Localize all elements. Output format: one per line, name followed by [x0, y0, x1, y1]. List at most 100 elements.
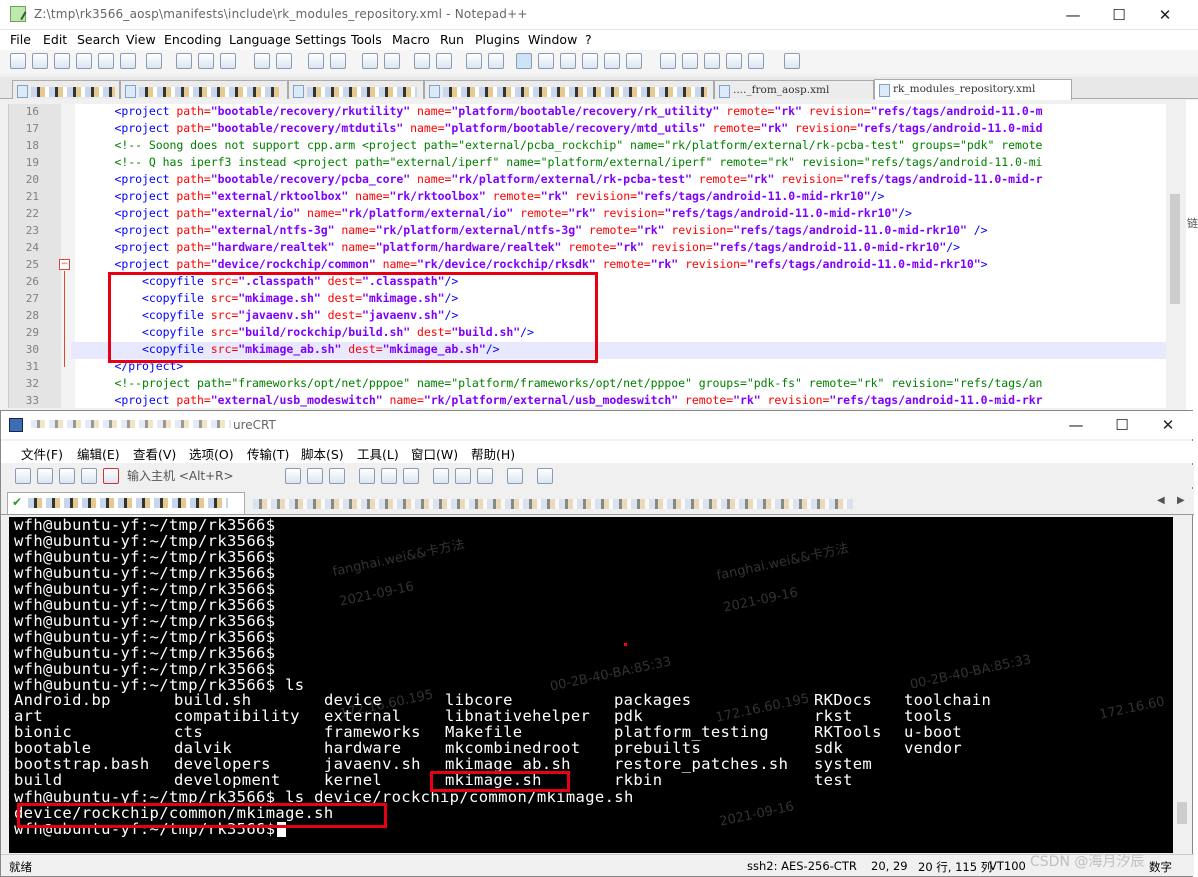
menu-window[interactable]: Window	[528, 32, 577, 47]
tab-from-aosp[interactable]: ...._from_aosp.xml	[714, 80, 874, 99]
cut-icon[interactable]	[176, 53, 192, 69]
npp-scroll-thumb[interactable]	[1170, 194, 1180, 304]
terminal-vertical-scrollbar[interactable]	[1173, 517, 1191, 853]
show-all-chars-icon[interactable]	[488, 53, 504, 69]
tab-scroll-left-icon[interactable]: ◀	[1157, 495, 1165, 506]
copy-icon[interactable]	[285, 468, 301, 484]
menu-edit[interactable]: Edit	[43, 32, 67, 47]
npp-close-button[interactable]: ✕	[1142, 0, 1188, 30]
menu-settings[interactable]: Settings	[295, 32, 346, 47]
tab-file-1[interactable]	[12, 80, 120, 99]
play-macro-icon[interactable]	[704, 53, 720, 69]
crt-menu-file[interactable]: 文件(F)	[21, 444, 63, 463]
zoom-in-icon[interactable]	[362, 53, 378, 69]
crt-menu-transfer[interactable]: 传输(T)	[247, 444, 289, 463]
user-lang-icon[interactable]	[538, 53, 554, 69]
menu-run[interactable]: Run	[440, 32, 464, 47]
quick-connect-input[interactable]: 输入主机 <Alt+R>	[127, 466, 277, 484]
stop-macro-icon[interactable]	[682, 53, 698, 69]
code-token: "external/io"	[210, 206, 301, 220]
find-icon[interactable]	[329, 468, 345, 484]
connect-tab-icon[interactable]	[59, 468, 75, 484]
log-icon[interactable]	[403, 468, 419, 484]
terminal-screen[interactable]: fanghai.wei&&卡方法 2021-09-16 fanghai.wei&…	[9, 517, 1173, 853]
indent-guide-icon[interactable]	[516, 53, 532, 69]
redo-icon[interactable]	[276, 53, 292, 69]
red-dot	[624, 643, 627, 646]
record-macro-icon[interactable]	[660, 53, 676, 69]
tab-scroll-right-icon[interactable]: ▶	[1177, 495, 1185, 506]
sftp-icon[interactable]	[537, 468, 553, 484]
crt-menu-window[interactable]: 窗口(W)	[411, 444, 458, 463]
code-token: <!-- Q has iperf3 instead <project path=…	[114, 155, 1043, 169]
npp-maximize-button[interactable]: ☐	[1096, 0, 1142, 30]
compare-icon[interactable]	[784, 53, 800, 69]
close-all-icon[interactable]	[120, 53, 136, 69]
quick-connect-icon[interactable]	[37, 468, 53, 484]
menu-language[interactable]: Language	[229, 32, 291, 47]
session-options-icon[interactable]	[433, 468, 449, 484]
save-icon[interactable]	[54, 53, 70, 69]
crt-menu-script[interactable]: 脚本(S)	[301, 444, 344, 463]
print-icon[interactable]	[359, 468, 375, 484]
crt-menu-view[interactable]: 查看(V)	[133, 444, 176, 463]
npp-vertical-scrollbar[interactable]	[1166, 104, 1184, 408]
paste-icon[interactable]	[220, 53, 236, 69]
menu-plugins[interactable]: Plugins	[475, 32, 520, 47]
sync-horizontal-icon[interactable]	[436, 53, 452, 69]
crt-session-tab-active[interactable]: ✔	[7, 492, 245, 514]
close-file-icon[interactable]	[98, 53, 114, 69]
disconnect-icon[interactable]	[103, 468, 119, 484]
npp-minimize-button[interactable]: —	[1050, 0, 1096, 30]
ls-entry: mkimage_ab.sh	[445, 755, 571, 773]
play-multiple-icon[interactable]	[726, 53, 742, 69]
crt-minimize-button[interactable]: —	[1053, 411, 1099, 439]
tab-file-3[interactable]	[288, 80, 424, 99]
monitor-icon[interactable]	[626, 53, 642, 69]
terminal-scroll-thumb[interactable]	[1177, 802, 1187, 824]
crt-close-button[interactable]: ✕	[1145, 411, 1191, 439]
line-number: 29	[25, 326, 39, 339]
find-icon[interactable]	[308, 53, 324, 69]
global-options-icon[interactable]	[455, 468, 471, 484]
crt-menu-edit[interactable]: 编辑(E)	[77, 444, 120, 463]
code-token: "platform/bootable/recovery/mtd_utils"	[444, 121, 706, 135]
tab-file-2[interactable]	[120, 80, 288, 99]
menu-search[interactable]: Search	[77, 32, 120, 47]
menu-help[interactable]: ?	[585, 32, 592, 47]
keymap-icon[interactable]	[477, 468, 493, 484]
fold-collapse-icon[interactable]: −	[59, 259, 70, 270]
ls-entry: Makefile	[445, 723, 523, 741]
crt-menu-tools[interactable]: 工具(L)	[357, 444, 399, 463]
save-macro-icon[interactable]	[748, 53, 764, 69]
function-list-icon[interactable]	[582, 53, 598, 69]
connect-icon[interactable]	[15, 468, 31, 484]
sync-vertical-icon[interactable]	[414, 53, 430, 69]
word-wrap-icon[interactable]	[466, 53, 482, 69]
doc-map-icon[interactable]	[560, 53, 576, 69]
print-setup-icon[interactable]	[381, 468, 397, 484]
menu-tools[interactable]: Tools	[351, 32, 382, 47]
new-file-icon[interactable]	[10, 53, 26, 69]
undo-icon[interactable]	[254, 53, 270, 69]
tab-file-4[interactable]	[424, 80, 714, 99]
zoom-out-icon[interactable]	[384, 53, 400, 69]
copy-icon[interactable]	[198, 53, 214, 69]
crt-menu-help[interactable]: 帮助(H)	[471, 444, 515, 463]
replace-icon[interactable]	[330, 53, 346, 69]
save-all-icon[interactable]	[76, 53, 92, 69]
folder-workspace-icon[interactable]	[604, 53, 620, 69]
help-icon[interactable]	[507, 468, 523, 484]
crt-maximize-button[interactable]: ☐	[1099, 411, 1145, 439]
tab-rk-modules-repository[interactable]: rk_modules_repository.xml	[874, 79, 1072, 100]
menu-macro[interactable]: Macro	[392, 32, 430, 47]
open-file-icon[interactable]	[32, 53, 48, 69]
menu-view[interactable]: View	[126, 32, 156, 47]
crt-menu-options[interactable]: 选项(O)	[189, 444, 234, 463]
reconnect-icon[interactable]	[81, 468, 97, 484]
menu-encoding[interactable]: Encoding	[164, 32, 222, 47]
print-icon[interactable]	[146, 53, 162, 69]
menu-file[interactable]: File	[10, 32, 31, 47]
paste-icon[interactable]	[307, 468, 323, 484]
